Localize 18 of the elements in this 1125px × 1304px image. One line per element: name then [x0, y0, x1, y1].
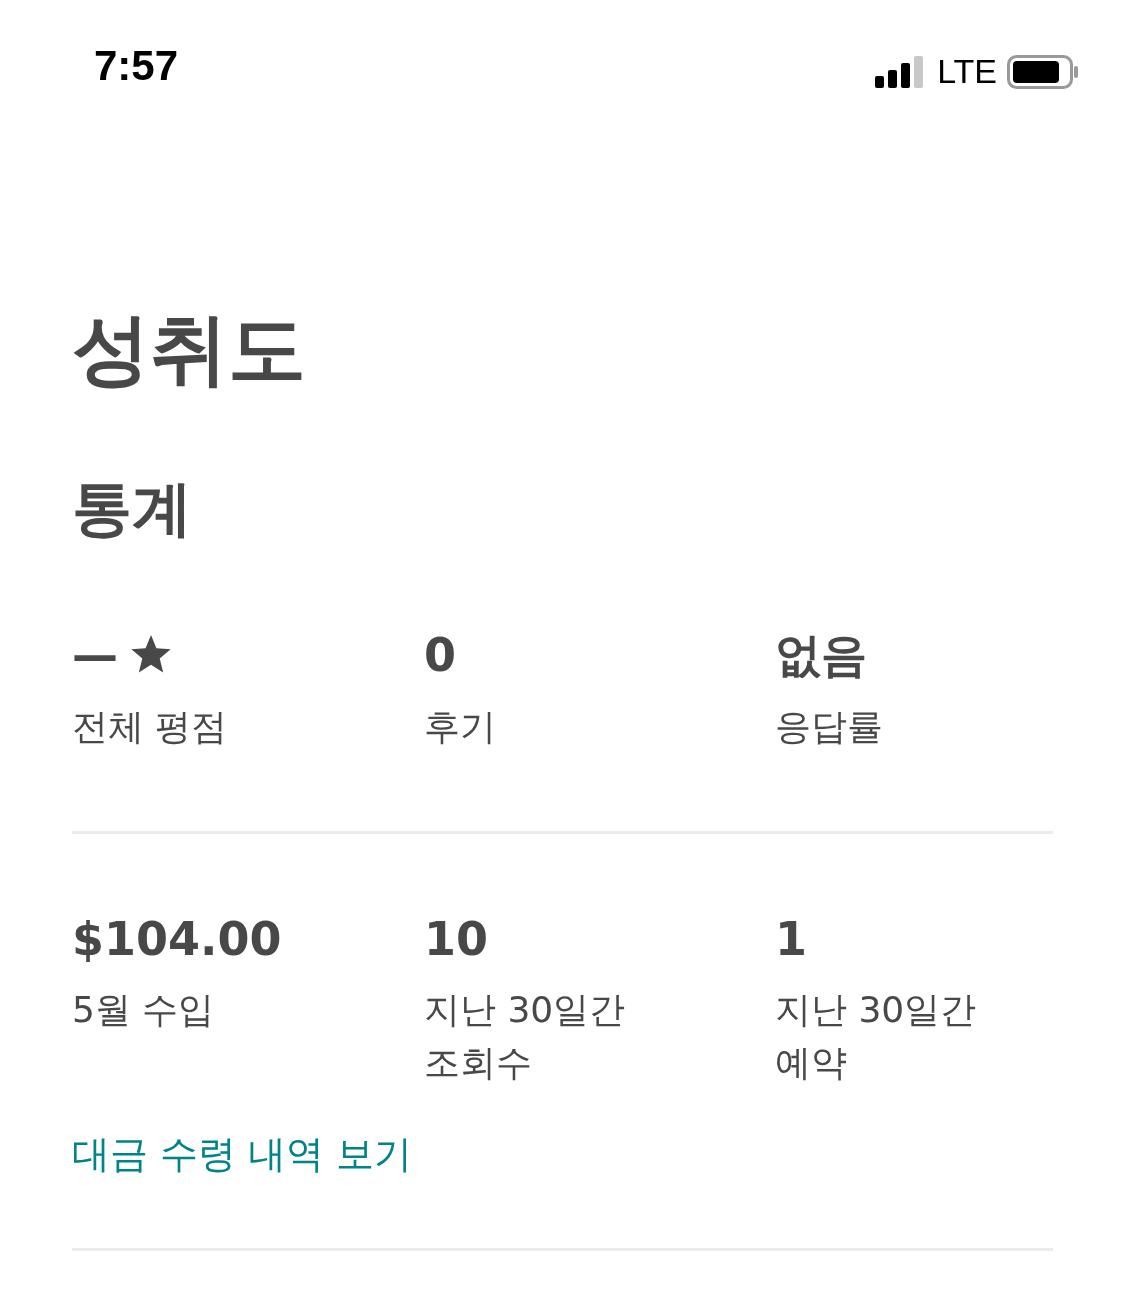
stat-label: 응답률 — [775, 704, 884, 749]
stat-value: 없음 — [775, 630, 867, 681]
section-title: 통계 — [72, 478, 193, 538]
stat-label: 후기 — [424, 704, 497, 749]
page-title: 성취도 — [72, 310, 307, 388]
stat-value: 10 — [424, 913, 488, 965]
stat-label: 전체 평점 — [72, 704, 229, 749]
stat-value: — — [72, 630, 118, 681]
stat-label: 지난 30일간 조회수 — [424, 988, 627, 1085]
status-time: 7:57 — [94, 42, 179, 90]
payout-history-link[interactable]: 대금 수령 내역 보기 — [72, 1128, 413, 1180]
stat-label: 5월 수입 — [72, 988, 216, 1033]
battery-icon — [1007, 54, 1079, 89]
stat-label: 지난 30일간 예약 — [775, 988, 978, 1085]
stat-value: 1 — [775, 913, 807, 965]
stat-value: 0 — [424, 630, 456, 681]
network-label: LTE — [937, 52, 997, 91]
stat-value: $104.00 — [72, 913, 282, 965]
